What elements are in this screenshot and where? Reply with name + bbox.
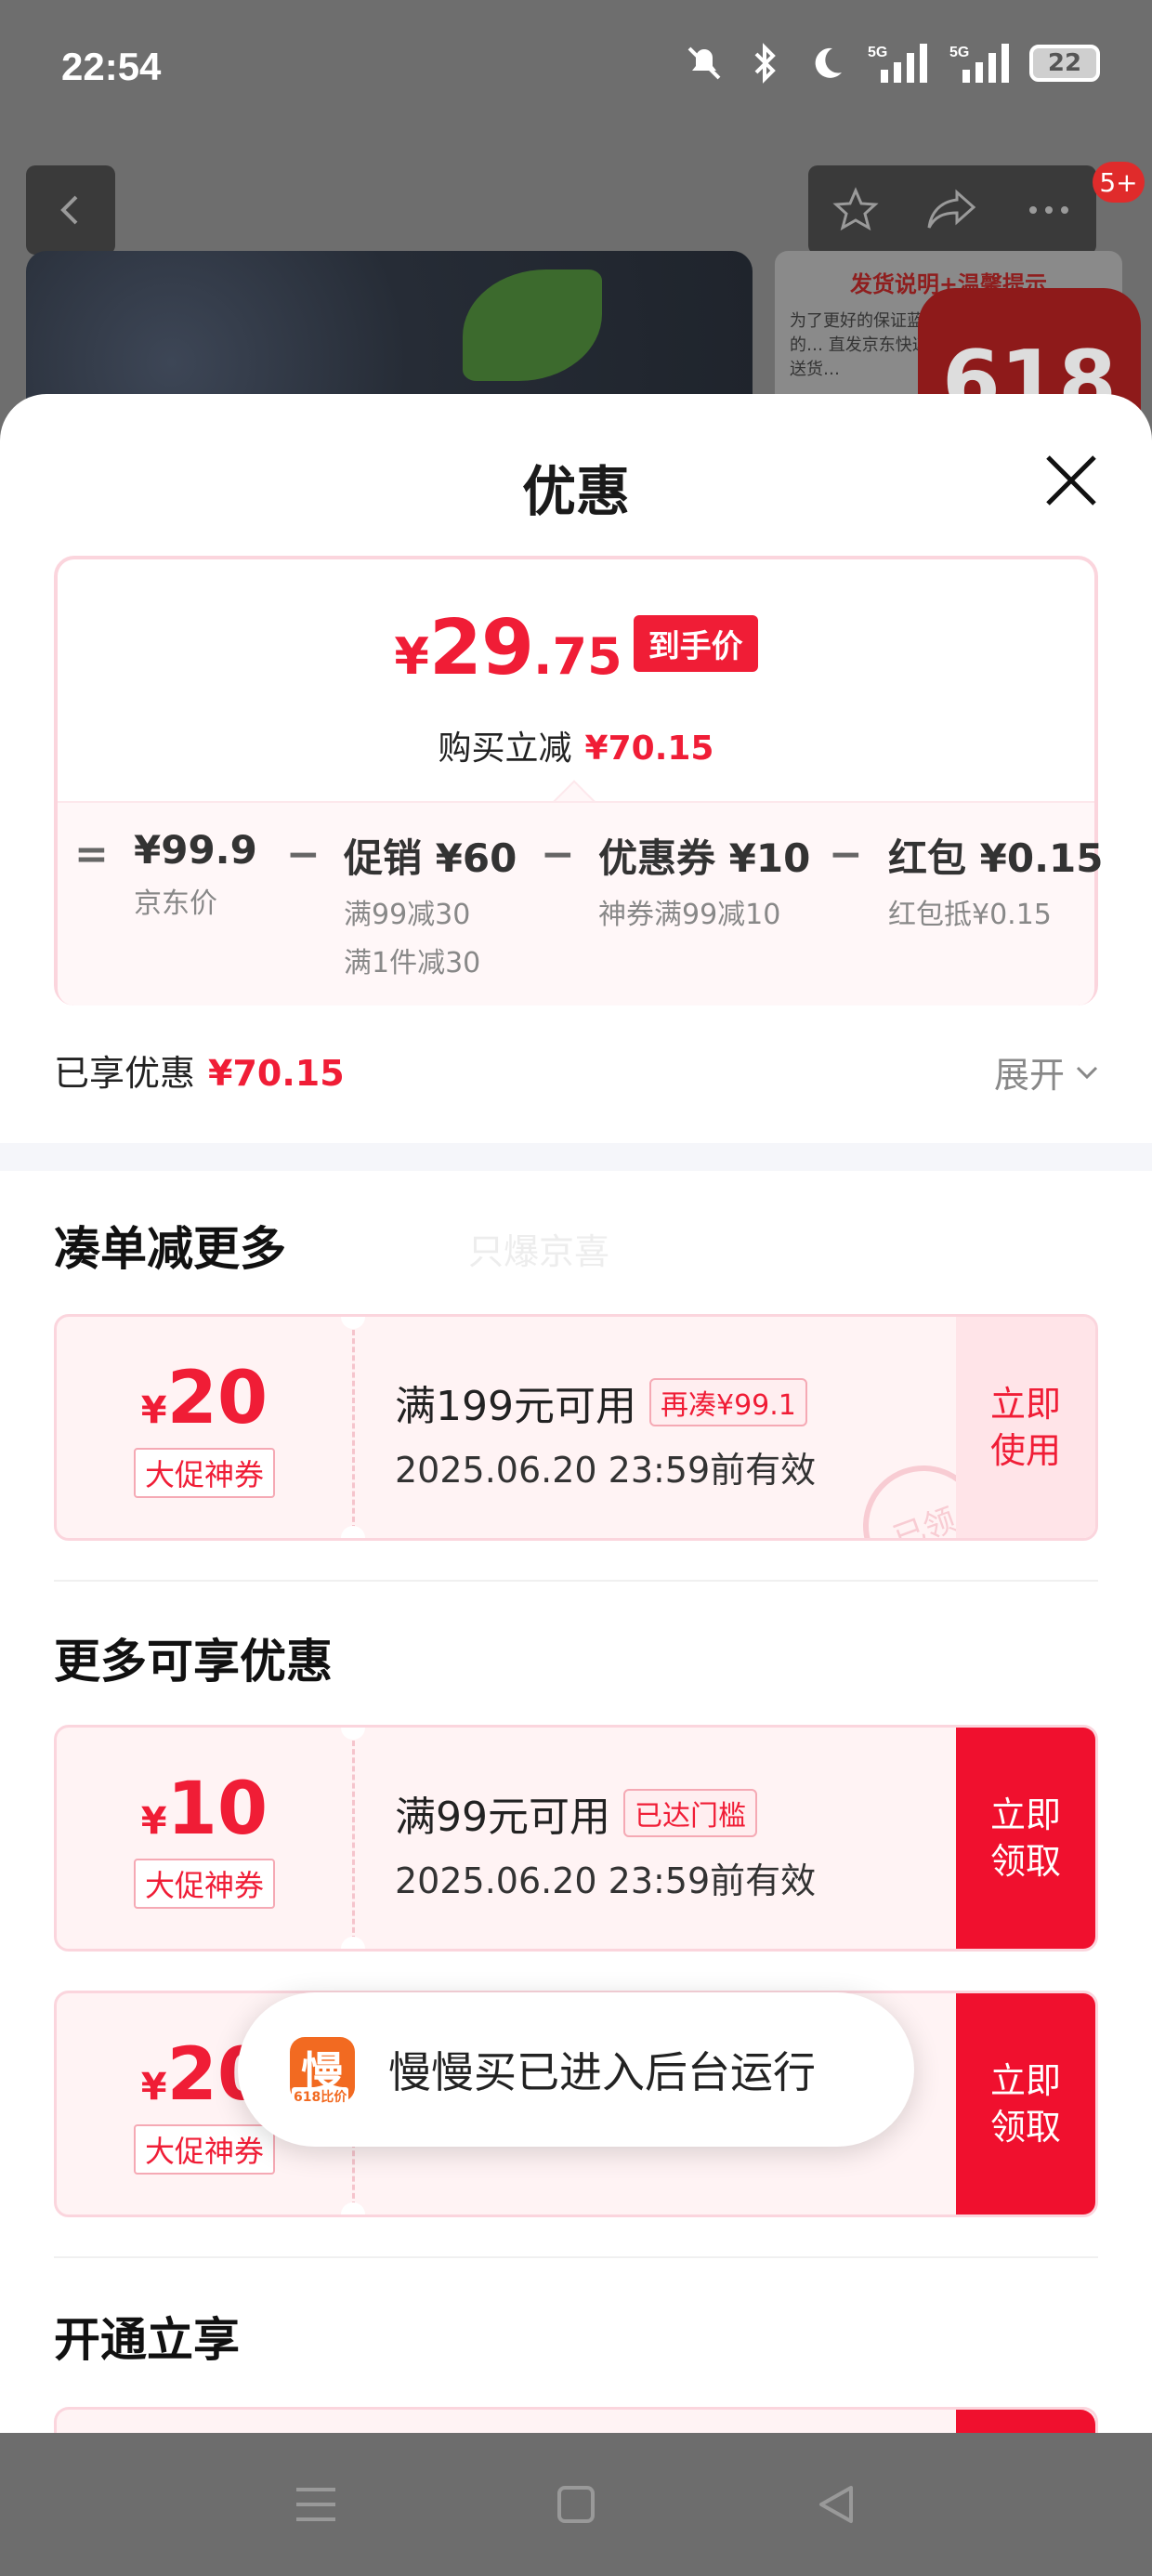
claim-now-label: 立即领取 — [989, 1794, 1061, 1882]
chevron-left-icon — [60, 195, 78, 225]
instant-discount-value: ¥70.15 — [584, 729, 714, 768]
back-triangle-icon — [819, 2486, 853, 2523]
final-price-tag: 到手价 — [633, 615, 758, 672]
close-icon — [1046, 455, 1096, 506]
breakdown-label: 神券满99减10 — [598, 899, 781, 931]
breakdown-value: 红包 ¥0.15 — [888, 835, 1104, 881]
coupon-details: 满99元可用 已达门槛 2025.06.20 23:59前有效 — [395, 1783, 816, 1903]
expand-button[interactable]: 展开 — [994, 1046, 1100, 1097]
coupon-currency: ¥ — [140, 2066, 167, 2109]
status-bar: 22:54 5G 5G 22 — [0, 0, 1152, 139]
coupon-card: ¥10 大促神券 满99元可用 已达门槛 2025.06.20 23:59前有效 … — [54, 1725, 1098, 1952]
price-integer: 29 — [428, 604, 534, 692]
back-button[interactable] — [26, 165, 115, 255]
system-nav-bar — [0, 2433, 1152, 2576]
breakdown-item: 优惠券 ¥10 神券满99减10 — [598, 827, 810, 932]
price-breakdown: = ¥99.9 京东价 − 促销 ¥60 满99减30 满1件减30 − 优惠券… — [58, 801, 1103, 1005]
section-divider — [0, 1143, 1152, 1171]
breakdown-label: 京东价 — [134, 887, 217, 920]
enjoyed-label: 已享优惠 — [54, 1053, 196, 1094]
breakdown-value: ¥99.9 — [134, 827, 257, 873]
minus-sign: − — [286, 831, 321, 878]
coupon-type: 大促神券 — [133, 1448, 275, 1498]
coupon-amount-area: ¥10 大促神券 — [57, 1728, 352, 1949]
use-now-button[interactable]: 立即使用 — [956, 1317, 1095, 1538]
divider — [54, 1580, 1098, 1582]
coupon-condition: 满99元可用 — [395, 1794, 610, 1841]
price-currency: ¥ — [394, 627, 429, 686]
coupon-type: 大促神券 — [133, 2124, 275, 2175]
claim-now-label: 立即领取 — [989, 2060, 1061, 2148]
coupon-validity: 2025.06.20 23:59前有效 — [395, 1450, 817, 1491]
coupon-hint: 已达门槛 — [623, 1789, 757, 1837]
bluetooth-icon — [743, 41, 788, 85]
expand-label: 展开 — [993, 1055, 1065, 1096]
price-summary: ¥29.75 到手价 购买立减 ¥70.15 = ¥99.9 京东价 − 促销 ¥6… — [54, 556, 1103, 1005]
home-button[interactable] — [548, 2477, 604, 2532]
instant-discount-label: 购买立减 — [438, 729, 572, 768]
minus-sign: − — [541, 831, 575, 878]
signal-icon-2: 5G — [948, 41, 1013, 85]
price-decimal: .75 — [533, 627, 622, 686]
divider — [54, 2256, 1098, 2258]
breakdown-item: 红包 ¥0.15 红包抵¥0.15 — [888, 827, 1103, 932]
coupon-currency: ¥ — [140, 1800, 167, 1843]
coupon-hint: 再凑¥99.1 — [648, 1378, 807, 1426]
enjoyed-discount: 已享优惠 ¥70.15 — [54, 1045, 345, 1096]
mute-icon — [682, 41, 727, 85]
toast-message: 慢慢买已进入后台运行 — [388, 2047, 816, 2097]
coupon-condition: 满199元可用 — [395, 1383, 636, 1430]
cart-count-badge: 5+ — [1093, 162, 1145, 203]
close-button[interactable] — [1039, 448, 1104, 513]
final-price: ¥29.75 到手价 — [58, 604, 1094, 692]
svg-text:5G: 5G — [868, 45, 887, 60]
breakdown-item: 促销 ¥60 满99减30 满1件减30 — [344, 827, 517, 980]
minus-sign: − — [829, 831, 863, 878]
breakdown-label-2: 满1件减30 — [344, 947, 481, 979]
section-title-more-discounts: 凑单减更多 — [54, 1222, 286, 1276]
coupon-currency: ¥ — [140, 1389, 167, 1432]
app-icon: 慢 618比价 — [290, 2037, 355, 2106]
use-now-label: 立即使用 — [989, 1384, 1061, 1471]
sheet-title: 优惠 — [521, 460, 630, 523]
star-icon[interactable] — [831, 185, 881, 235]
share-icon[interactable] — [925, 185, 979, 235]
coupon-card: ¥20 大促神券 满199元可用 再凑¥99.1 2025.06.20 23:59… — [54, 1314, 1098, 1541]
section-title-membership: 开通立享 — [54, 2313, 240, 2367]
background-toast: 慢 618比价 慢慢买已进入后台运行 — [238, 1992, 914, 2147]
breakdown-value: 促销 ¥60 — [344, 835, 517, 881]
chevron-down-icon — [1076, 1066, 1098, 1079]
section-title-more-available: 更多可享优惠 — [54, 1635, 333, 1689]
coupon-type: 大促神券 — [133, 1859, 275, 1909]
enjoyed-value: ¥70.15 — [208, 1053, 345, 1094]
svg-text:5G: 5G — [949, 45, 969, 60]
status-time: 22:54 — [61, 45, 162, 88]
coupon-amount-area: ¥20 大促神券 — [57, 1317, 352, 1538]
signal-icon: 5G — [866, 41, 931, 85]
moon-icon — [805, 41, 849, 85]
breakdown-item: ¥99.9 京东价 — [134, 827, 257, 921]
more-icon[interactable] — [1024, 185, 1074, 235]
app-icon-subtext: 618比价 — [292, 2087, 349, 2106]
breakdown-value: 优惠券 ¥10 — [598, 835, 811, 881]
menu-button[interactable] — [288, 2477, 344, 2532]
top-actions — [808, 165, 1096, 255]
watermark-text: 只爆京喜 — [468, 1231, 610, 1272]
coupon-validity: 2025.06.20 23:59前有效 — [395, 1860, 817, 1901]
claim-now-button[interactable]: 立即领取 — [956, 1728, 1095, 1949]
back-nav-button[interactable] — [808, 2477, 864, 2532]
coupon-amount: 10 — [166, 1768, 268, 1851]
coupon-amount: 20 — [166, 1357, 268, 1440]
equals-sign: = — [74, 831, 109, 878]
breakdown-label: 红包抵¥0.15 — [888, 899, 1052, 931]
battery-icon: 22 — [1029, 45, 1100, 82]
claim-now-button[interactable]: 立即领取 — [956, 1993, 1095, 2215]
square-icon — [557, 2486, 595, 2523]
status-icons: 5G 5G 22 — [682, 41, 1100, 85]
instant-discount: 购买立减 ¥70.15 — [58, 721, 1094, 769]
coupon-details: 满199元可用 再凑¥99.1 2025.06.20 23:59前有效 — [395, 1373, 816, 1492]
breakdown-label: 满99减30 — [344, 899, 471, 931]
menu-icon — [296, 2488, 335, 2521]
